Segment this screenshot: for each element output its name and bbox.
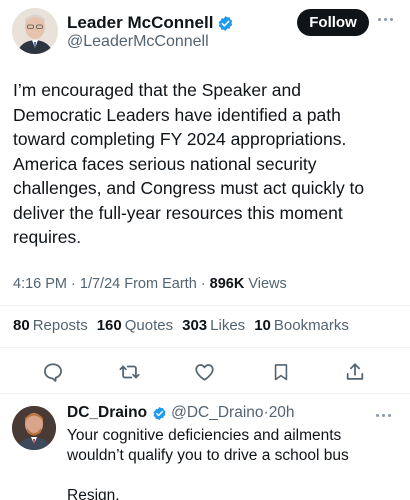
repost-icon[interactable] (116, 359, 142, 385)
quotes-label: Quotes (124, 317, 174, 334)
author-handle[interactable]: @LeaderMcConnell (67, 33, 209, 51)
bookmarks-stat[interactable]: 10 Bookmarks (254, 317, 349, 334)
author-avatar[interactable] (12, 8, 58, 54)
share-icon[interactable] (342, 359, 368, 385)
reply-item[interactable]: DC_Draino @DC_Draino · 20h Your cognitiv… (0, 398, 410, 500)
divider (0, 305, 410, 306)
likes-stat[interactable]: 303 Likes (182, 317, 245, 334)
bookmark-icon[interactable] (268, 359, 294, 385)
reply-author-handle[interactable]: @DC_Draino (171, 404, 263, 422)
reply-more-options-icon[interactable] (376, 410, 396, 420)
more-options-icon[interactable] (378, 14, 398, 24)
views-label: Views (248, 276, 287, 292)
meta-separator: · (196, 276, 210, 292)
tweet-text: I’m encouraged that the Speaker and Demo… (13, 80, 365, 247)
quotes-count: 160 (96, 317, 122, 334)
tweet-date[interactable]: 1/7/24 (80, 276, 120, 292)
author-name[interactable]: Leader McConnell (67, 13, 213, 33)
reposts-count: 80 (13, 317, 30, 334)
tweet-source: From Earth (124, 276, 197, 292)
quotes-stat[interactable]: 160 Quotes (97, 317, 173, 334)
divider (0, 347, 410, 348)
reply-header: DC_Draino @DC_Draino · 20h (67, 404, 295, 422)
reply-text: Your cognitive deficiencies and ailments… (67, 427, 349, 500)
reply-author-name[interactable]: DC_Draino (67, 404, 147, 422)
verified-badge-icon (217, 15, 234, 32)
like-icon[interactable] (191, 359, 217, 385)
tweet-meta: 4:16 PM · 1/7/24 From Earth · 896K Views (13, 276, 287, 292)
verified-badge-icon (152, 406, 167, 421)
likes-label: Likes (210, 317, 246, 334)
divider (0, 393, 410, 394)
reposts-stat[interactable]: 80 Reposts (13, 317, 88, 334)
tweet-stats: 80 Reposts 160 Quotes 303 Likes 10 Bookmarks (13, 317, 349, 334)
author-name-row: Leader McConnell (67, 13, 234, 33)
reply-icon[interactable] (40, 359, 66, 385)
follow-button[interactable]: Follow (297, 9, 369, 36)
reposts-label: Reposts (32, 317, 88, 334)
reply-author-avatar[interactable] (12, 406, 56, 450)
meta-separator: · (67, 276, 80, 292)
tweet-time[interactable]: 4:16 PM (13, 276, 67, 292)
reply-age[interactable]: 20h (269, 404, 295, 422)
bookmarks-count: 10 (254, 317, 271, 334)
views-count: 896K (209, 276, 245, 292)
bookmarks-label: Bookmarks (273, 317, 349, 334)
likes-count: 303 (182, 317, 208, 334)
action-bar (0, 355, 410, 391)
tweet-header: Leader McConnell @LeaderMcConnell Follow (0, 0, 410, 68)
